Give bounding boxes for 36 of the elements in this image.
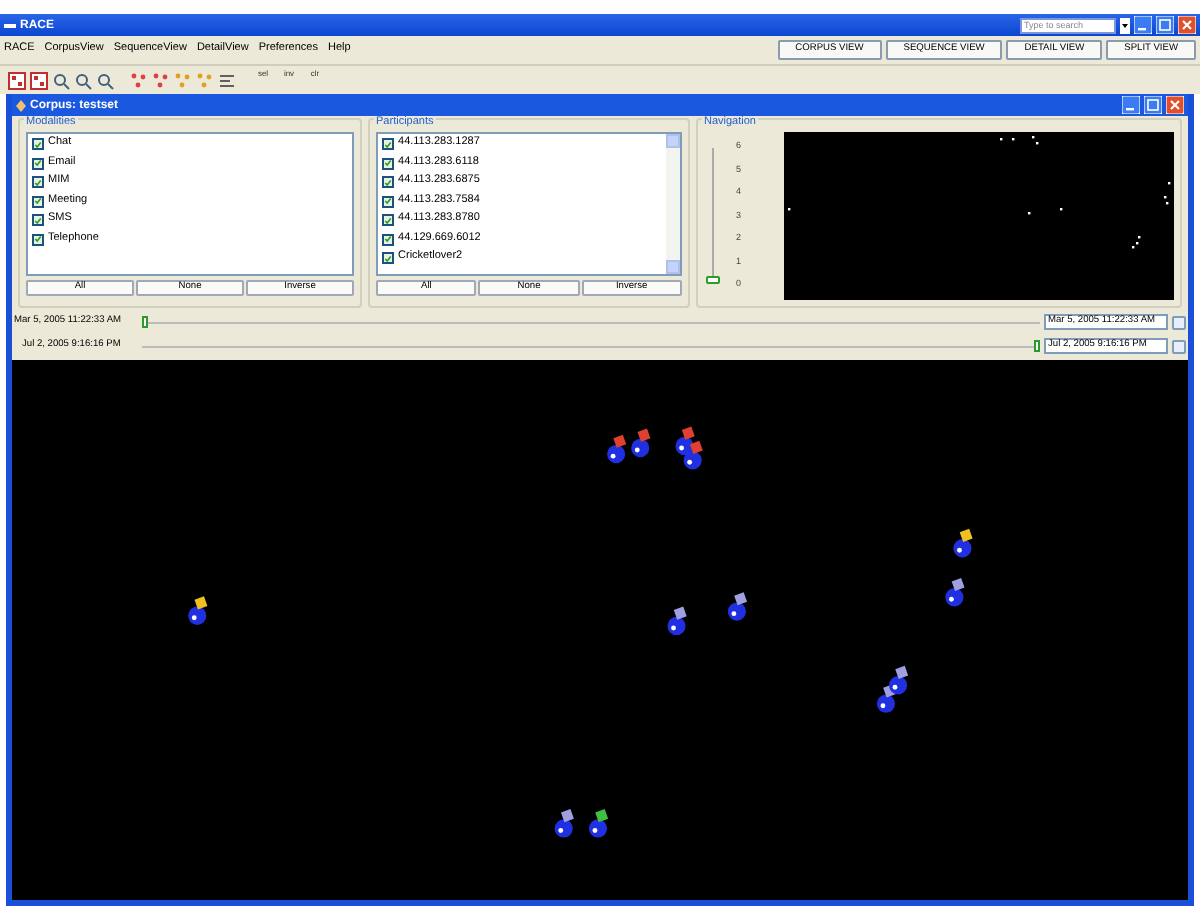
dots-icon[interactable] xyxy=(152,71,170,89)
checkbox[interactable] xyxy=(382,252,395,264)
dots-icon[interactable] xyxy=(130,71,148,89)
checkbox[interactable] xyxy=(382,157,395,169)
dropdown-icon[interactable] xyxy=(1120,17,1130,33)
time-slider-thumb[interactable] xyxy=(1034,340,1040,352)
scroll-bar[interactable] xyxy=(666,134,680,274)
checkbox[interactable] xyxy=(382,176,395,188)
dots-icon[interactable] xyxy=(196,71,214,89)
close-icon[interactable] xyxy=(1178,16,1196,34)
magnifier-icon[interactable] xyxy=(52,71,70,89)
checkbox[interactable] xyxy=(32,195,44,207)
maximize-icon[interactable] xyxy=(1144,96,1162,114)
lines-icon[interactable] xyxy=(218,71,236,89)
frame-icon xyxy=(16,99,26,111)
minimize-icon[interactable] xyxy=(1122,96,1140,114)
checkbox[interactable] xyxy=(382,233,395,245)
checkbox[interactable] xyxy=(32,233,44,245)
dots-icon[interactable] xyxy=(174,71,192,89)
checkbox[interactable] xyxy=(32,157,44,169)
checkbox[interactable] xyxy=(382,138,395,150)
magnifier-icon[interactable] xyxy=(74,71,92,89)
time-slider-thumb[interactable] xyxy=(142,316,148,328)
slider-thumb[interactable] xyxy=(706,276,720,284)
checkbox[interactable] xyxy=(32,138,44,150)
checkbox[interactable] xyxy=(382,214,395,226)
close-icon[interactable] xyxy=(1166,96,1184,114)
app-icon xyxy=(4,21,16,29)
grid-icon[interactable] xyxy=(8,71,26,89)
grid-icon[interactable] xyxy=(30,71,48,89)
magnifier-icon[interactable] xyxy=(96,71,114,89)
minimize-icon[interactable] xyxy=(1134,16,1152,34)
checkbox[interactable] xyxy=(32,214,44,226)
maximize-icon[interactable] xyxy=(1156,16,1174,34)
checkbox[interactable] xyxy=(32,176,44,188)
checkbox[interactable] xyxy=(382,195,395,207)
